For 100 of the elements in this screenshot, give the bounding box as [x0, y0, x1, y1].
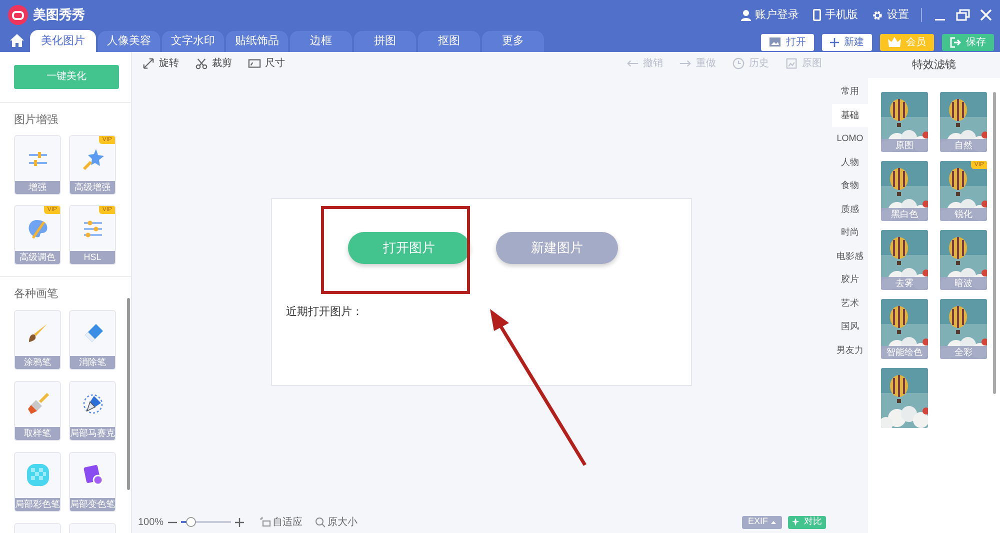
- tab[interactable]: 拼图: [354, 31, 416, 52]
- toolbar-button[interactable]: 旋转: [142, 56, 179, 70]
- category-tab[interactable]: 电影感: [832, 244, 868, 268]
- new-image-button[interactable]: 新建图片: [496, 232, 618, 264]
- header-button[interactable]: 新建: [822, 34, 872, 50]
- exit-icon: [950, 36, 961, 48]
- category-tab[interactable]: 艺术: [832, 292, 868, 315]
- home-icon[interactable]: [10, 34, 24, 47]
- filter-label: 去雾: [881, 277, 928, 290]
- paintbrush-icon: [26, 393, 48, 415]
- paintbrush-icon: [26, 322, 48, 344]
- tool-tile[interactable]: 取样笔: [14, 380, 61, 440]
- header-link[interactable]: 设置: [872, 6, 909, 24]
- filter-label: 黑白色: [881, 208, 928, 221]
- tool-label: 涂鸦笔: [15, 356, 60, 368]
- category-tab[interactable]: LOMO: [832, 127, 868, 150]
- filter-thumbnail[interactable]: [881, 368, 928, 428]
- plus-icon[interactable]: [234, 518, 244, 526]
- tool-label: 增强: [15, 181, 60, 194]
- zoom-level: 100%: [138, 516, 164, 530]
- app-logo-icon: [8, 5, 28, 25]
- filter-label: 锐化: [940, 208, 987, 221]
- filter-thumbnail[interactable]: 智能绘色: [881, 299, 928, 359]
- user-icon: [741, 10, 751, 20]
- tool-tile[interactable]: 增强: [14, 135, 61, 195]
- tool-label: 高级增强: [70, 181, 115, 194]
- filter-thumbnail[interactable]: 黑白色: [881, 161, 928, 221]
- recent-images-label: 近期打开图片：: [285, 305, 364, 320]
- actual-size-button[interactable]: 原大小: [314, 514, 358, 530]
- section-title: 各种画笔: [14, 287, 59, 302]
- tool-label: 高级调色: [15, 251, 60, 264]
- tool-tile[interactable]: 局部马赛克: [69, 380, 116, 440]
- open-image-button[interactable]: 打开图片: [348, 232, 470, 264]
- toolbar-button[interactable]: 裁剪: [195, 56, 232, 70]
- tab[interactable]: 边框: [290, 31, 352, 52]
- resize-arrow-icon: [142, 56, 155, 70]
- category-tab[interactable]: 常用: [832, 80, 868, 104]
- tool-label: 消除笔: [70, 356, 115, 368]
- frame-icon: [248, 56, 261, 70]
- category-tab[interactable]: 时尚: [832, 221, 868, 244]
- exif-button[interactable]: EXIF: [742, 516, 782, 528]
- tool-label: 局部变色笔: [70, 498, 115, 510]
- category-tab[interactable]: 基础: [832, 104, 868, 127]
- filter-thumbnail[interactable]: 全彩: [940, 299, 987, 359]
- filter-label: 暗波: [940, 277, 987, 290]
- close-icon[interactable]: [980, 9, 992, 21]
- filter-thumbnail[interactable]: 暗波: [940, 230, 987, 290]
- category-tab[interactable]: 男友力: [832, 338, 868, 362]
- auto-beautify-button[interactable]: 一键美化: [14, 64, 119, 88]
- section-title: 图片增强: [14, 112, 59, 128]
- filter-thumbnail[interactable]: 原图: [881, 92, 928, 152]
- filter-thumbnail[interactable]: 去雾: [881, 230, 928, 290]
- header-button[interactable]: 保存: [942, 34, 994, 50]
- sliders-icon: [82, 220, 102, 238]
- scrollbar[interactable]: [993, 92, 996, 394]
- toolbar-button[interactable]: 尺寸: [248, 56, 285, 70]
- scissors-icon: [195, 56, 208, 70]
- checkerboard-icon: [26, 463, 50, 487]
- filter-label: 全彩: [940, 346, 987, 359]
- category-tab[interactable]: 质感: [832, 198, 868, 221]
- tool-tile[interactable]: 局部彩色笔: [14, 452, 61, 512]
- category-tab[interactable]: 食物: [832, 174, 868, 198]
- header-link[interactable]: 账户登录: [741, 6, 799, 24]
- image-icon: [785, 56, 798, 70]
- tab[interactable]: 更多: [482, 31, 544, 52]
- category-tab[interactable]: 人物: [832, 150, 868, 174]
- magic-wand-icon: [82, 148, 104, 170]
- gradient-square-icon: [82, 464, 104, 486]
- tool-tile[interactable]: 消除笔: [69, 310, 116, 370]
- compare-button[interactable]: 对比: [788, 516, 826, 528]
- restore-icon[interactable]: [956, 9, 970, 21]
- app-title: 美图秀秀: [33, 6, 85, 24]
- tool-label: 取样笔: [15, 426, 60, 440]
- tool-tile[interactable]: 局部变色笔: [69, 452, 116, 512]
- header-button[interactable]: 打开: [761, 34, 814, 50]
- tool-label: HSL: [70, 251, 115, 264]
- category-tab[interactable]: 国风: [832, 315, 868, 338]
- crown-icon: [888, 37, 901, 47]
- header-link[interactable]: 手机版: [813, 6, 858, 24]
- clock-icon: [732, 56, 745, 70]
- tab[interactable]: 美化图片: [30, 30, 96, 52]
- panel-title: 特效滤镜: [911, 58, 957, 73]
- filter-thumbnail[interactable]: 自然: [940, 92, 987, 152]
- tool-tile[interactable]: 涂鸦笔: [14, 310, 61, 370]
- category-tab[interactable]: 胶片: [832, 268, 868, 292]
- tab[interactable]: 文字水印: [162, 31, 224, 52]
- image-icon: [769, 37, 781, 47]
- pen-icon: [82, 393, 104, 415]
- fit-button[interactable]: 自适应: [260, 514, 303, 530]
- filter-label: 原图: [881, 139, 928, 152]
- tab[interactable]: 抠图: [418, 31, 480, 52]
- sparkle-icon: [792, 518, 801, 526]
- settings-icon: [872, 10, 883, 20]
- caret-icon: [771, 520, 776, 524]
- scrollbar[interactable]: [127, 298, 130, 490]
- tool-label: 局部马赛克: [70, 426, 115, 440]
- phone-icon: [813, 9, 821, 21]
- tab[interactable]: 人像美容: [98, 31, 160, 52]
- tab[interactable]: 贴纸饰品: [226, 31, 288, 52]
- plus-icon: [830, 38, 839, 46]
